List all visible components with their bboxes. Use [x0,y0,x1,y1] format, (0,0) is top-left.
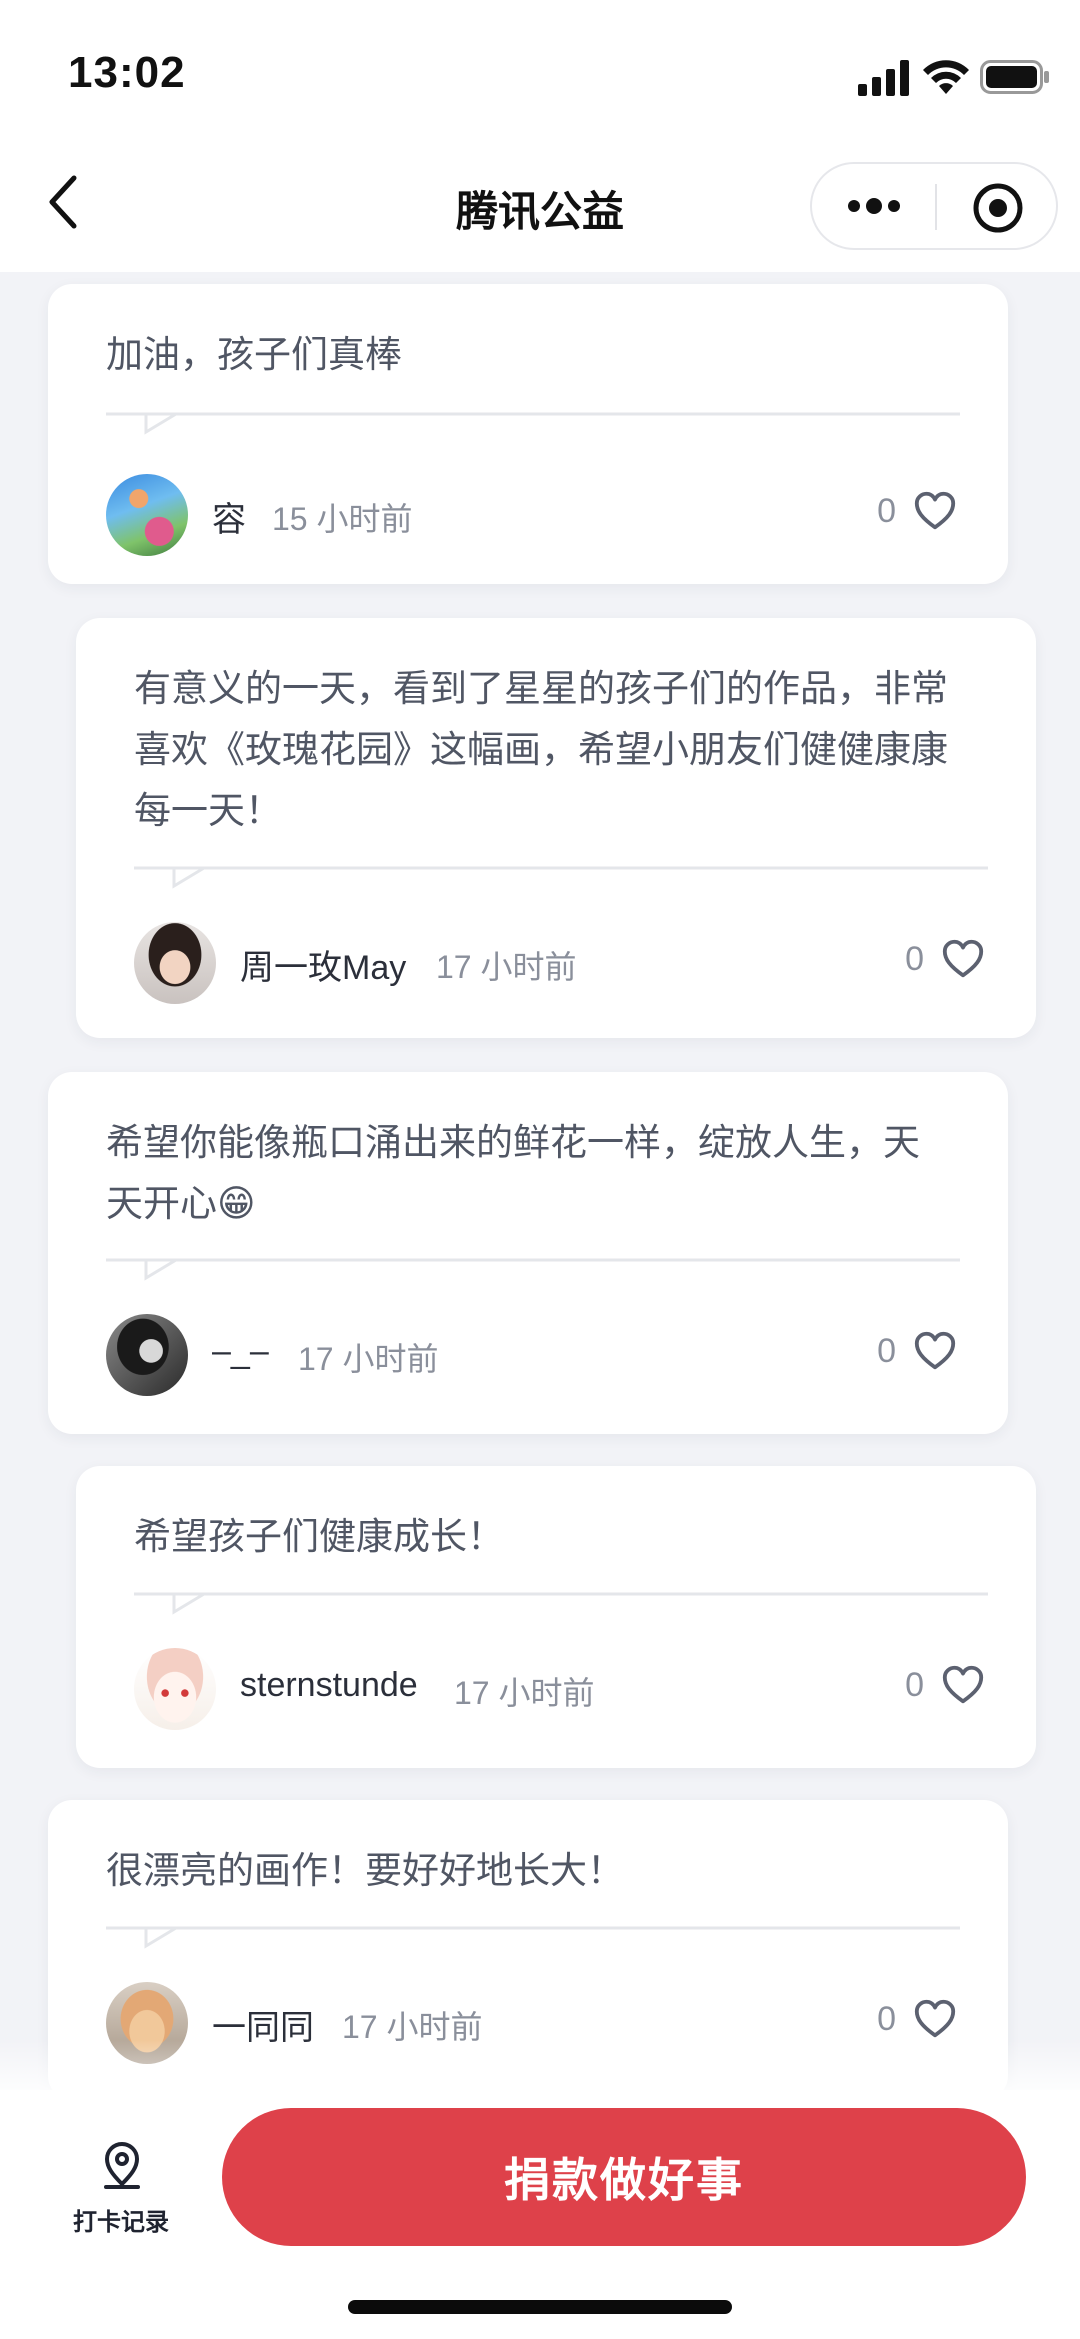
battery-icon [980,60,1049,94]
author-name: –_– [212,1332,269,1370]
nav-bar: 腾讯公益 [0,150,1080,272]
heart-icon[interactable] [912,1328,958,1374]
author-row: 容 15 小时前 0 [106,474,958,556]
capsule-divider [935,184,937,230]
avatar[interactable] [106,474,188,556]
comment-text: 很漂亮的画作！要好好地长大！ [106,1850,624,1891]
comment-list[interactable]: 加油，孩子们真棒 容 15 小时前 0 有意义的一天，看到了星星的孩子们的作品，… [0,272,1080,2092]
card-divider [106,412,960,435]
author-row: –_– 17 小时前 0 [106,1314,958,1396]
comment-card: 希望孩子们健康成长！ sternstunde 17 小时前 0 [76,1466,1036,1768]
checkin-record-button[interactable]: 打卡记录 [60,2140,182,2250]
like-count: 0 [877,492,896,530]
author-name: 周一玫May [240,949,407,987]
heart-icon[interactable] [912,1996,958,2042]
close-mini-program-icon[interactable] [972,182,1024,234]
author-row: sternstunde 17 小时前 0 [134,1648,986,1730]
time-ago: 17 小时前 [454,1675,595,1711]
time-ago: 17 小时前 [298,1341,439,1377]
card-divider [134,866,988,889]
time-ago: 15 小时前 [272,501,413,537]
like-count: 0 [905,1666,924,1704]
like-count: 0 [877,1332,896,1370]
heart-icon[interactable] [940,936,986,982]
time-ago: 17 小时前 [436,949,577,985]
wifi-icon [923,60,969,94]
comment-card: 有意义的一天，看到了星星的孩子们的作品，非常喜欢《玫瑰花园》这幅画，希望小朋友们… [76,618,1036,1038]
avatar[interactable] [134,922,216,1004]
heart-icon[interactable] [940,1662,986,1708]
comment-text: 希望你能像瓶口涌出来的鲜花一样，绽放人生，天天开心😁 [106,1122,920,1224]
location-pin-icon [104,2142,140,2189]
more-options-icon[interactable] [842,186,906,226]
cellular-signal-icon [858,60,909,96]
card-divider [106,1926,960,1949]
status-bar: 13:02 [0,0,1080,150]
like-count: 0 [877,2000,896,2038]
comment-text: 希望孩子们健康成长！ [134,1516,504,1557]
donate-button[interactable]: 捐款做好事 [222,2108,1026,2246]
author-name: sternstunde [240,1666,418,1704]
mini-program-capsule [810,162,1058,250]
home-indicator [348,2300,732,2314]
comment-text: 有意义的一天，看到了星星的孩子们的作品，非常喜欢《玫瑰花园》这幅画，希望小朋友们… [134,668,948,831]
heart-icon[interactable] [912,488,958,534]
like-count: 0 [905,940,924,978]
comment-card: 加油，孩子们真棒 容 15 小时前 0 [48,284,1008,584]
author-row: 周一玫May 17 小时前 0 [134,922,986,1004]
comment-card: 希望你能像瓶口涌出来的鲜花一样，绽放人生，天天开心😁 –_– 17 小时前 0 [48,1072,1008,1434]
checkin-record-label: 打卡记录 [73,2209,169,2236]
status-time: 13:02 [68,48,186,97]
comment-text: 加油，孩子们真棒 [106,334,402,375]
avatar[interactable] [106,1314,188,1396]
avatar[interactable] [134,1648,216,1730]
author-name: 容 [212,501,246,539]
card-divider [106,1258,960,1281]
card-divider [134,1592,988,1615]
